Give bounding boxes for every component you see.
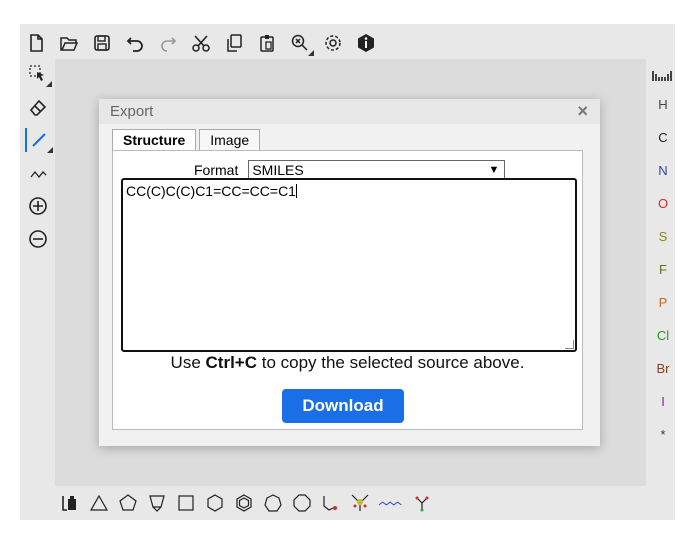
format-select[interactable]: SMILES ▼: [248, 160, 506, 180]
atom-button[interactable]: N: [648, 154, 678, 187]
dropdown-corner-icon: [308, 50, 314, 56]
open-folder-icon[interactable]: [57, 31, 81, 55]
zoom-icon[interactable]: [288, 31, 314, 56]
dropdown-corner-icon: [46, 81, 52, 87]
amino-acid-icon[interactable]: [412, 491, 436, 515]
atom-button[interactable]: H: [648, 88, 678, 121]
copy-icon[interactable]: [222, 31, 246, 55]
tab-image[interactable]: Image: [199, 129, 261, 151]
cyclobutane-icon[interactable]: [174, 491, 198, 515]
carboxylic-acid-icon[interactable]: [319, 491, 343, 515]
select-icon[interactable]: [26, 62, 52, 87]
chain-icon[interactable]: [26, 161, 50, 185]
hint-text-pre: Use: [170, 353, 206, 372]
text-caret: [295, 184, 297, 198]
tab-structure[interactable]: Structure: [112, 129, 197, 151]
dialog-tabs: Structure Image: [112, 129, 261, 151]
sulfonyl-icon[interactable]: [348, 491, 372, 515]
format-select-value: SMILES: [252, 162, 304, 178]
cyclopentane-icon[interactable]: [116, 491, 140, 515]
periodic-table-icon[interactable]: [652, 62, 674, 88]
atom-button[interactable]: Br: [648, 352, 678, 385]
bottom-toolbar: [58, 490, 436, 516]
atom-button[interactable]: C: [648, 121, 678, 154]
cycloheptane-icon[interactable]: [261, 491, 285, 515]
format-label: Format: [194, 162, 239, 178]
cyclopropane-icon[interactable]: [87, 491, 111, 515]
cyclohexane-icon[interactable]: [203, 491, 227, 515]
dialog-title: Export: [110, 103, 154, 120]
undo-icon[interactable]: [123, 31, 147, 55]
cyclooctane-icon[interactable]: [290, 491, 314, 515]
new-file-icon[interactable]: [24, 31, 48, 55]
atom-toolbar: H C N O S F P Cl Br I *: [648, 62, 678, 451]
settings-icon[interactable]: [321, 31, 345, 55]
atom-button[interactable]: P: [648, 286, 678, 319]
smiles-text: CC(C)C(C)C1=CC=CC=C1: [126, 183, 296, 199]
atom-button[interactable]: O: [648, 187, 678, 220]
charge-minus-icon[interactable]: [26, 227, 50, 251]
format-row: Format SMILES ▼: [194, 160, 506, 180]
benzene-icon[interactable]: [232, 491, 256, 515]
chain-template-icon[interactable]: [377, 491, 407, 515]
copy-hint: Use Ctrl+C to copy the selected source a…: [113, 353, 582, 373]
hint-text-post: to copy the selected source above.: [257, 353, 525, 372]
dialog-header: Export ×: [99, 99, 600, 124]
save-icon[interactable]: [90, 31, 114, 55]
eraser-icon[interactable]: [26, 95, 50, 119]
redo-icon[interactable]: [156, 31, 180, 55]
hint-shortcut: Ctrl+C: [205, 353, 257, 372]
charge-plus-icon[interactable]: [26, 194, 50, 218]
atom-button[interactable]: S: [648, 220, 678, 253]
bond-icon[interactable]: [25, 128, 53, 153]
smiles-output-textarea[interactable]: CC(C)C(C)C1=CC=CC=C1: [121, 178, 577, 352]
atom-button[interactable]: I: [648, 385, 678, 418]
info-icon[interactable]: [354, 31, 378, 55]
resize-handle-icon[interactable]: [565, 340, 574, 349]
atom-button[interactable]: F: [648, 253, 678, 286]
paste-icon[interactable]: [255, 31, 279, 55]
dropdown-corner-icon: [47, 147, 53, 153]
cyclopentadiene-icon[interactable]: [145, 491, 169, 515]
export-dialog: Export × Structure Image Format SMILES ▼…: [99, 99, 600, 446]
chevron-down-icon: ▼: [488, 164, 500, 176]
top-toolbar: [24, 28, 378, 58]
close-icon[interactable]: ×: [577, 101, 588, 122]
template-library-icon[interactable]: [58, 491, 82, 515]
cut-icon[interactable]: [189, 31, 213, 55]
structure-panel: Format SMILES ▼ CC(C)C(C)C1=CC=CC=C1 Use…: [112, 150, 583, 430]
atom-button[interactable]: *: [648, 418, 678, 451]
left-toolbar: [24, 62, 53, 251]
download-button[interactable]: Download: [282, 389, 404, 423]
atom-list: H C N O S F P Cl Br I *: [648, 88, 678, 451]
atom-button[interactable]: Cl: [648, 319, 678, 352]
